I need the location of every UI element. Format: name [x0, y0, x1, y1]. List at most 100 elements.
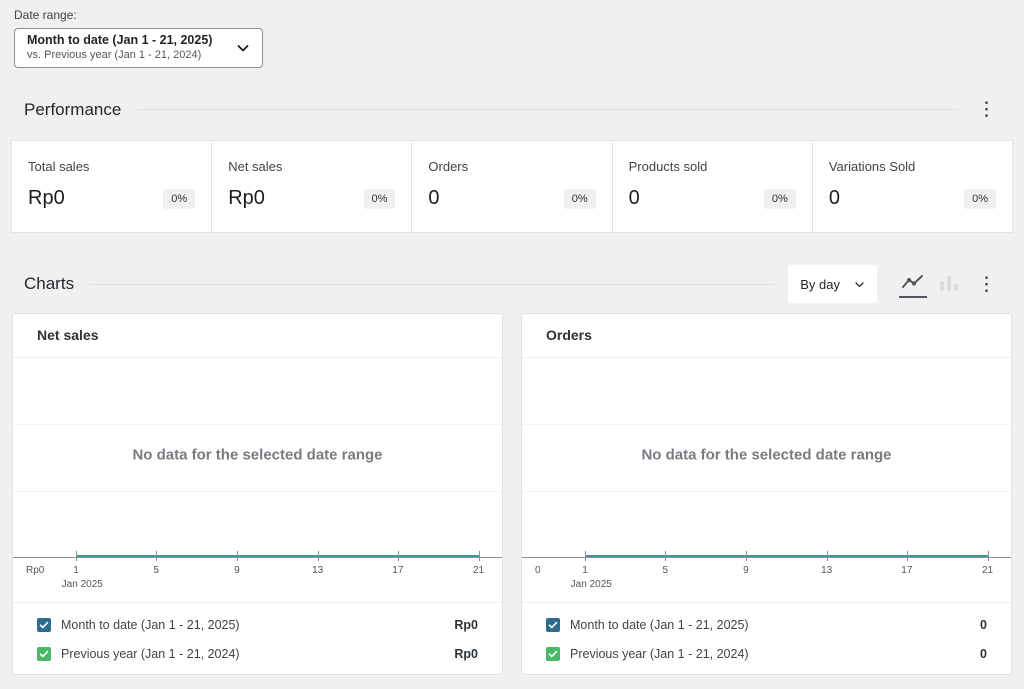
legend-row-previous[interactable]: Previous year (Jan 1 - 21, 2024) Rp0 [37, 639, 478, 668]
stat-value: 0 [629, 187, 640, 210]
bar-chart-button[interactable] [937, 271, 961, 297]
legend-row-current[interactable]: Month to date (Jan 1 - 21, 2025) Rp0 [37, 610, 478, 639]
legend-checkbox[interactable] [546, 618, 560, 632]
gridline [522, 491, 1011, 492]
checkmark-icon [548, 620, 558, 630]
tick-mark [746, 551, 747, 561]
tick-mark [237, 551, 238, 561]
legend-label: Month to date (Jan 1 - 21, 2025) [61, 618, 444, 632]
legend-checkbox[interactable] [546, 647, 560, 661]
stat-delta-badge: 0% [163, 189, 195, 209]
date-range-primary: Month to date (Jan 1 - 21, 2025) [27, 33, 236, 49]
x-tick-label: 1 [73, 565, 79, 576]
stat-value: 0 [829, 187, 840, 210]
y-zero-label: Rp0 [26, 565, 44, 576]
legend-row-previous[interactable]: Previous year (Jan 1 - 21, 2024) 0 [546, 639, 987, 668]
legend-value: Rp0 [454, 618, 478, 632]
stat-card-net-sales[interactable]: Net sales Rp0 0% [211, 141, 411, 232]
y-zero-label: 0 [535, 565, 541, 576]
date-range-secondary: vs. Previous year (Jan 1 - 21, 2024) [27, 49, 236, 63]
stat-label: Net sales [228, 159, 395, 174]
x-tick-label: 9 [743, 565, 749, 576]
date-range-section: Date range: Month to date (Jan 1 - 21, 2… [0, 0, 1024, 68]
stat-value: Rp0 [28, 187, 65, 210]
legend-checkbox[interactable] [37, 647, 51, 661]
legend-label: Previous year (Jan 1 - 21, 2024) [570, 647, 970, 661]
axis-annotation: Jan 2025 [571, 579, 612, 590]
line-chart-button[interactable] [899, 270, 927, 298]
chart-legend: Month to date (Jan 1 - 21, 2025) Rp0 Pre… [13, 602, 502, 674]
interval-select[interactable]: By day [788, 265, 877, 303]
panel-header: Net sales [13, 314, 502, 358]
checkmark-icon [39, 620, 49, 630]
kebab-menu-icon: ⋮ [977, 273, 996, 295]
chart-panel-title: Net sales [37, 327, 98, 343]
chart-panel-net-sales: Net sales No data for the selected date … [12, 313, 503, 675]
chart-empty-message: No data for the selected date range [132, 447, 382, 464]
stat-card-orders[interactable]: Orders 0 0% [411, 141, 611, 232]
date-range-selected: Month to date (Jan 1 - 21, 2025) vs. Pre… [27, 33, 236, 62]
chevron-down-icon [854, 279, 865, 290]
section-rule [137, 109, 957, 110]
gridline [13, 424, 502, 425]
legend-checkbox[interactable] [37, 618, 51, 632]
x-tick-label: 1 [582, 565, 588, 576]
kebab-menu-icon: ⋮ [977, 98, 996, 120]
date-range-select[interactable]: Month to date (Jan 1 - 21, 2025) vs. Pre… [14, 28, 263, 68]
stat-card-total-sales[interactable]: Total sales Rp0 0% [12, 141, 211, 232]
x-tick-label: 9 [234, 565, 240, 576]
performance-header: Performance ⋮ [24, 98, 1000, 121]
checkmark-icon [39, 649, 49, 659]
x-tick-label: 5 [153, 565, 159, 576]
legend-label: Month to date (Jan 1 - 21, 2025) [570, 618, 970, 632]
charts-area: Net sales No data for the selected date … [12, 313, 1012, 675]
checkmark-icon [548, 649, 558, 659]
legend-value: Rp0 [454, 647, 478, 661]
stat-label: Orders [428, 159, 595, 174]
stat-card-products-sold[interactable]: Products sold 0 0% [612, 141, 812, 232]
x-tick-label: 21 [982, 565, 993, 576]
legend-row-current[interactable]: Month to date (Jan 1 - 21, 2025) 0 [546, 610, 987, 639]
axis-line [522, 557, 1011, 558]
stat-label: Variations Sold [829, 159, 996, 174]
section-rule [90, 284, 774, 285]
tick-mark [318, 551, 319, 561]
stat-delta-badge: 0% [764, 189, 796, 209]
bar-chart-icon [939, 275, 959, 291]
stat-card-variations-sold[interactable]: Variations Sold 0 0% [812, 141, 1012, 232]
x-tick-label: 13 [821, 565, 832, 576]
panel-header: Orders [522, 314, 1011, 358]
stat-value: Rp0 [228, 187, 265, 210]
tick-mark [827, 551, 828, 561]
tick-mark [76, 551, 77, 561]
tick-mark [156, 551, 157, 561]
legend-value: 0 [980, 618, 987, 632]
legend-value: 0 [980, 647, 987, 661]
legend-label: Previous year (Jan 1 - 21, 2024) [61, 647, 444, 661]
x-tick-label: 17 [901, 565, 912, 576]
stat-label: Total sales [28, 159, 195, 174]
chart-plot-area: No data for the selected date range [522, 358, 1011, 553]
chart-plot-area: No data for the selected date range [13, 358, 502, 553]
x-axis: Rp0 1 5 9 13 17 21 Jan 2025 [13, 552, 502, 602]
performance-menu-button[interactable]: ⋮ [973, 98, 1000, 121]
chart-legend: Month to date (Jan 1 - 21, 2025) 0 Previ… [522, 602, 1011, 674]
stat-delta-badge: 0% [564, 189, 596, 209]
x-tick-label: 13 [312, 565, 323, 576]
chevron-down-icon [236, 41, 250, 55]
tick-mark [907, 551, 908, 561]
charts-section-title: Charts [24, 274, 74, 294]
tick-mark [398, 551, 399, 561]
stat-delta-badge: 0% [364, 189, 396, 209]
x-tick-label: 5 [662, 565, 668, 576]
axis-line [13, 557, 502, 558]
chart-panel-orders: Orders No data for the selected date ran… [521, 313, 1012, 675]
gridline [13, 491, 502, 492]
date-range-label: Date range: [14, 8, 1012, 22]
tick-mark [585, 551, 586, 561]
tick-mark [665, 551, 666, 561]
x-tick-label: 21 [473, 565, 484, 576]
charts-menu-button[interactable]: ⋮ [973, 273, 1000, 296]
performance-section-title: Performance [24, 100, 121, 120]
x-axis: 0 1 5 9 13 17 21 Jan 2025 [522, 552, 1011, 602]
